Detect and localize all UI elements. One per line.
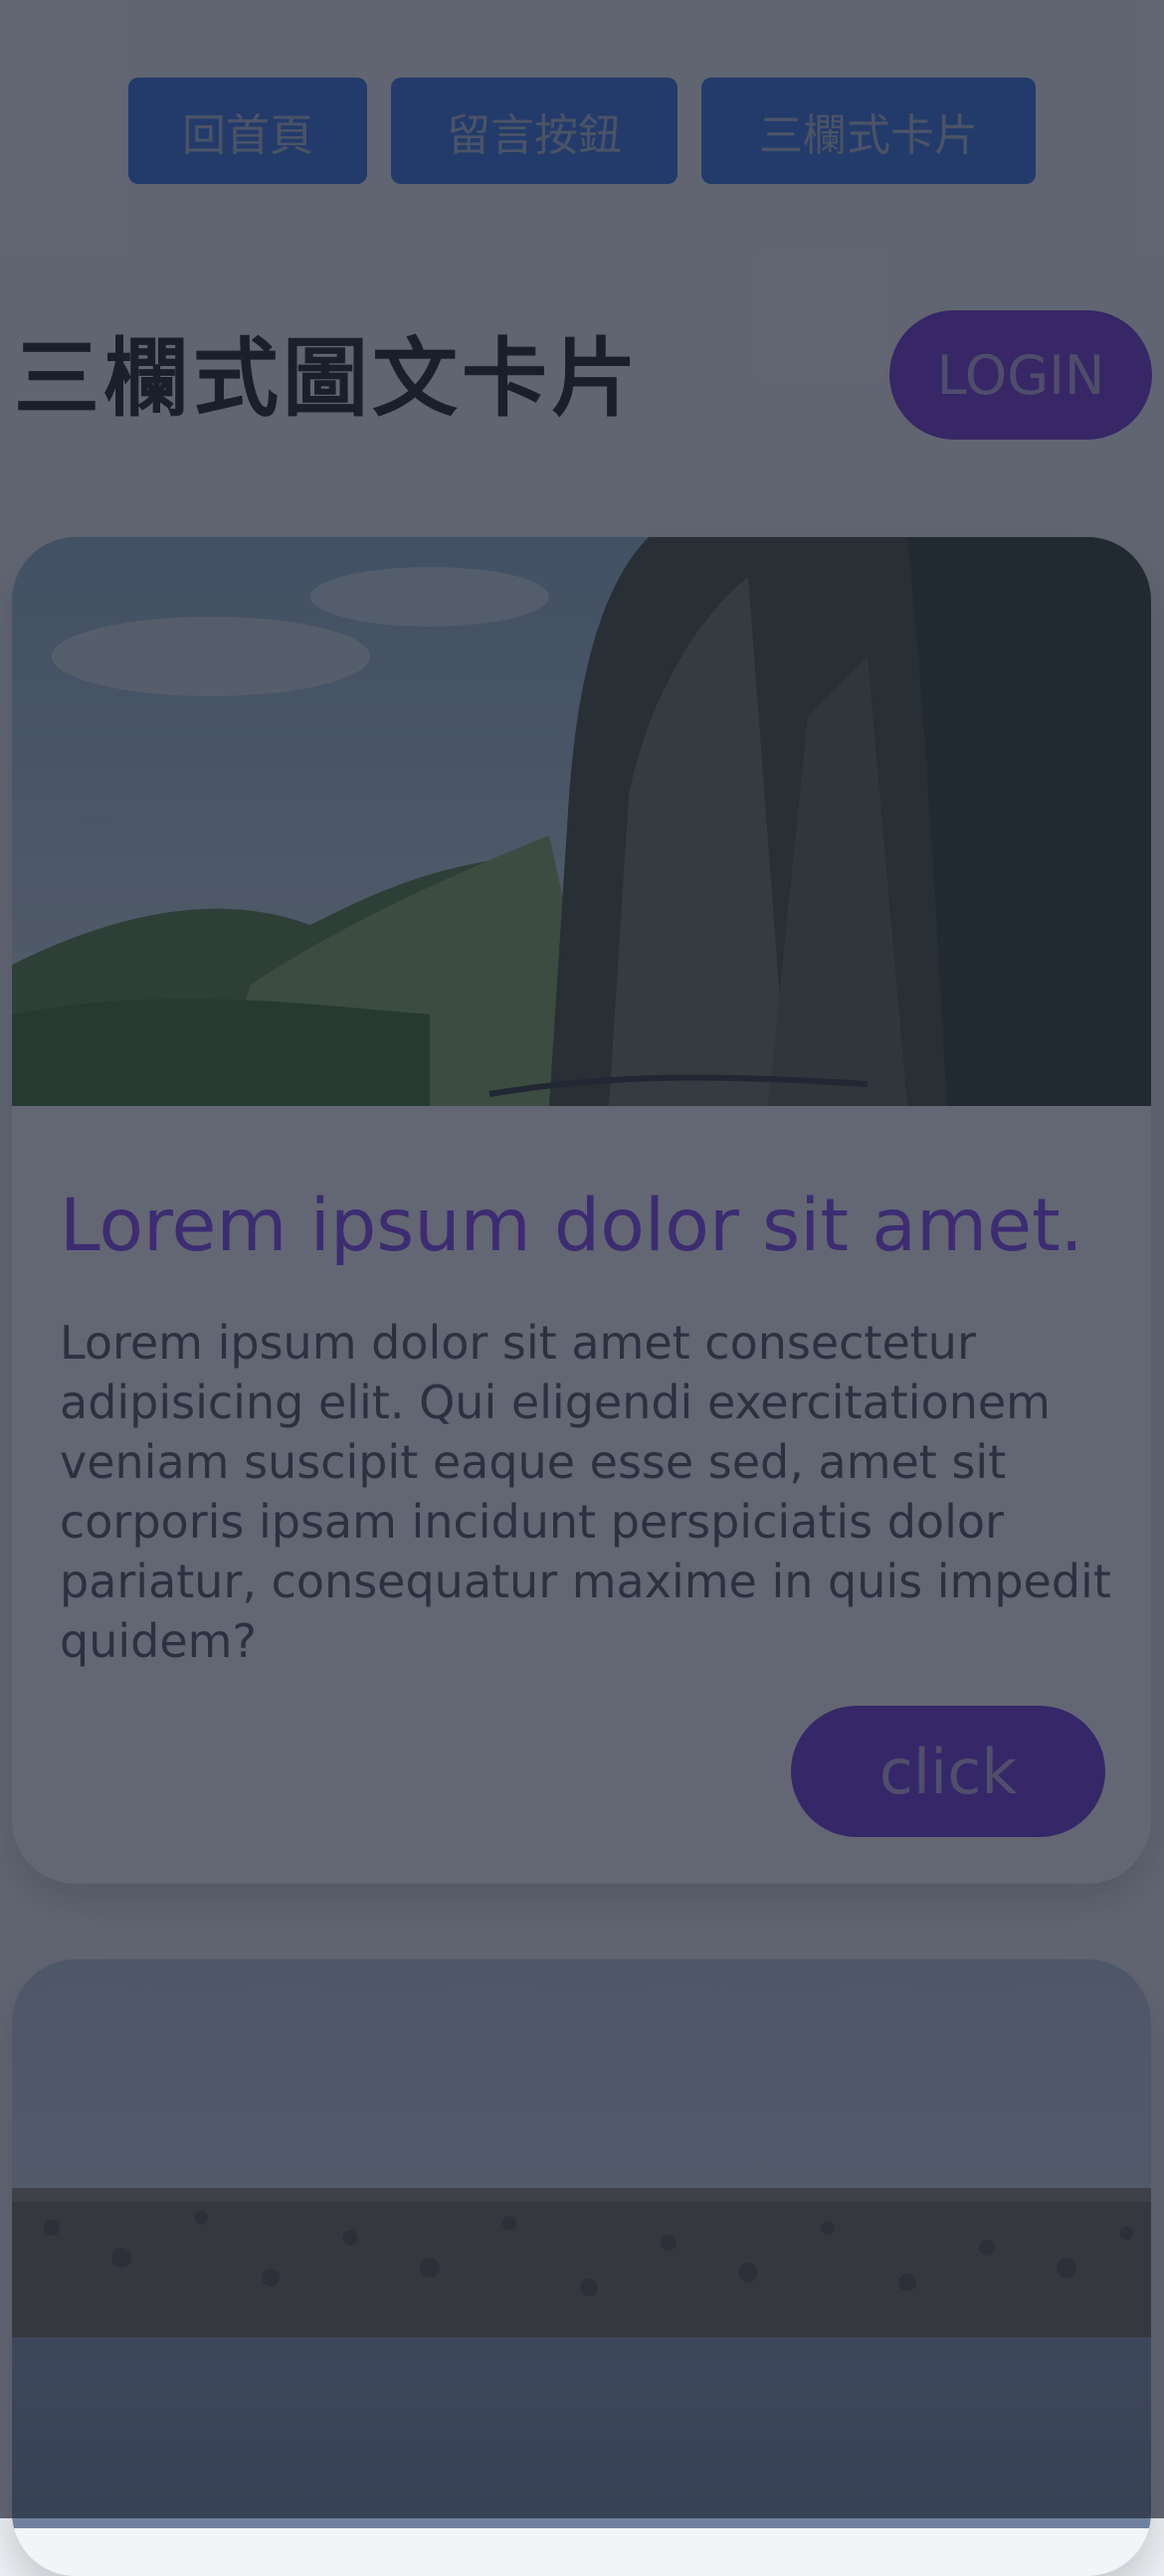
card-click-button[interactable]: click [791,1706,1105,1837]
card [12,1959,1151,2576]
login-button[interactable]: LOGIN [889,310,1152,440]
card-text: Lorem ipsum dolor sit amet consectetur a… [60,1316,1111,1668]
top-nav: 回首頁 留言按鈕 三欄式卡片 [0,78,1164,184]
card-title: Lorem ipsum dolor sit amet. [60,1184,1083,1268]
card-image [12,537,1151,1106]
nav-home-button[interactable]: 回首頁 [128,78,367,184]
card-image [12,1959,1151,2528]
card: Lorem ipsum dolor sit amet. Lorem ipsum … [12,537,1151,1884]
nav-comment-button[interactable]: 留言按鈕 [391,78,678,184]
page-title: 三欄式圖文卡片 [14,329,641,429]
nav-three-column-cards-button[interactable]: 三欄式卡片 [701,78,1036,184]
